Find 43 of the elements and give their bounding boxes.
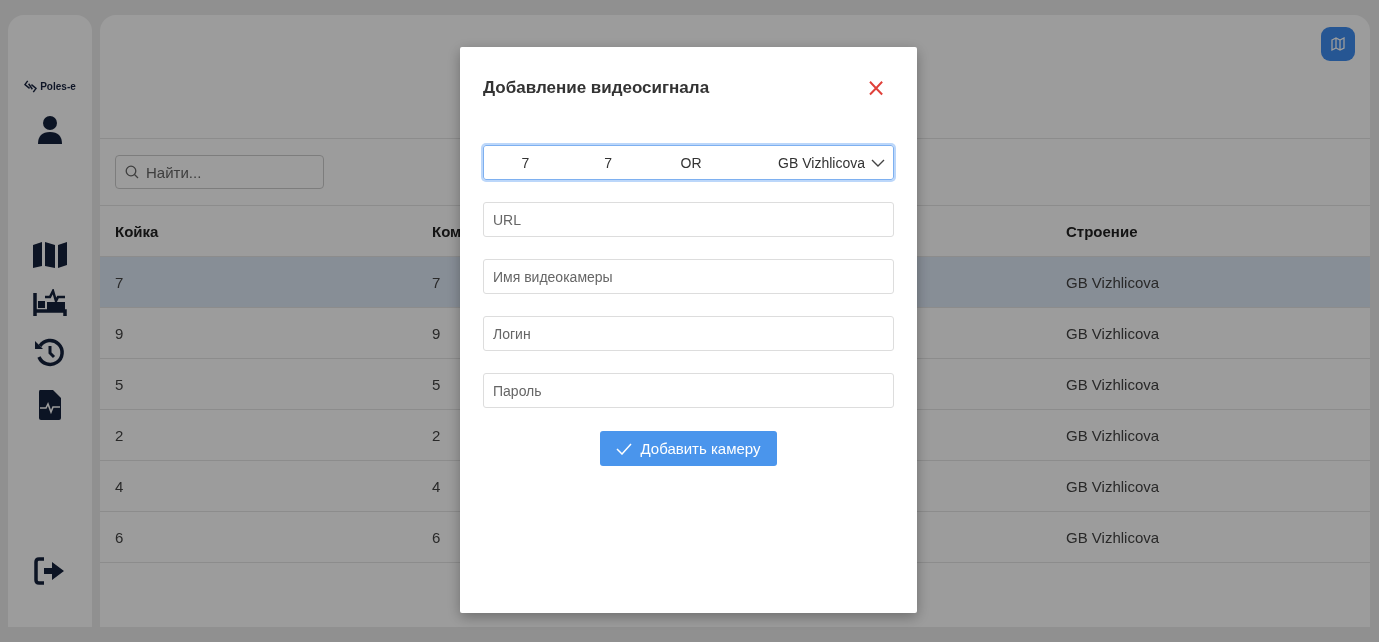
text-field[interactable]: Пароль (483, 373, 894, 408)
text-field[interactable]: Имя видеокамеры (483, 259, 894, 294)
column-header: Ком (432, 222, 462, 240)
table-cell: 9 (432, 324, 441, 342)
check-icon (616, 442, 633, 455)
table-cell: GB Vizhlicova (1066, 273, 1160, 291)
table-cell: GB Vizhlicova (1066, 528, 1160, 546)
table-cell: 7 (115, 273, 124, 291)
table-cell: GB Vizhlicova (1066, 477, 1160, 495)
map-button[interactable] (1321, 27, 1355, 61)
dialog-title: Добавление видеосигнала (483, 78, 710, 98)
search-field[interactable]: Найти... (115, 155, 324, 189)
text-field[interactable]: Логин (483, 316, 894, 351)
table-cell: 5 (115, 375, 124, 393)
table-cell: 4 (432, 477, 441, 495)
table-cell: GB Vizhlicova (1066, 375, 1160, 393)
table-cell: 7 (432, 273, 441, 291)
bed-pulse-icon[interactable] (33, 289, 67, 317)
table-cell: GB Vizhlicova (1066, 324, 1160, 342)
column-header: Койка (115, 222, 159, 240)
history-icon[interactable] (34, 337, 66, 369)
user-icon[interactable] (37, 115, 63, 145)
table-cell: 9 (115, 324, 124, 342)
table-cell: 6 (115, 528, 124, 546)
chevron-down-icon (871, 158, 885, 167)
logo-icon (24, 80, 38, 93)
table-cell: 5 (432, 375, 441, 393)
search-icon (125, 165, 139, 179)
table-cell: 2 (432, 426, 441, 444)
text-field[interactable]: URL (483, 202, 894, 237)
logout-icon[interactable] (34, 557, 66, 585)
table-cell: 2 (115, 426, 124, 444)
logo-text: Poles-e (40, 81, 76, 92)
table-cell: GB Vizhlicova (1066, 426, 1160, 444)
close-button[interactable]: × (857, 76, 894, 100)
map-icon (1331, 37, 1345, 51)
map-icon[interactable] (32, 241, 68, 269)
add-camera-button[interactable]: Добавить камеру (600, 431, 777, 466)
table-cell: 6 (432, 528, 441, 546)
column-header: Строение (1066, 222, 1138, 240)
table-cell: 4 (115, 477, 124, 495)
medical-file-icon[interactable] (38, 389, 62, 421)
bed-select[interactable]: 7 7 OR GB Vizhlicova (483, 145, 894, 180)
